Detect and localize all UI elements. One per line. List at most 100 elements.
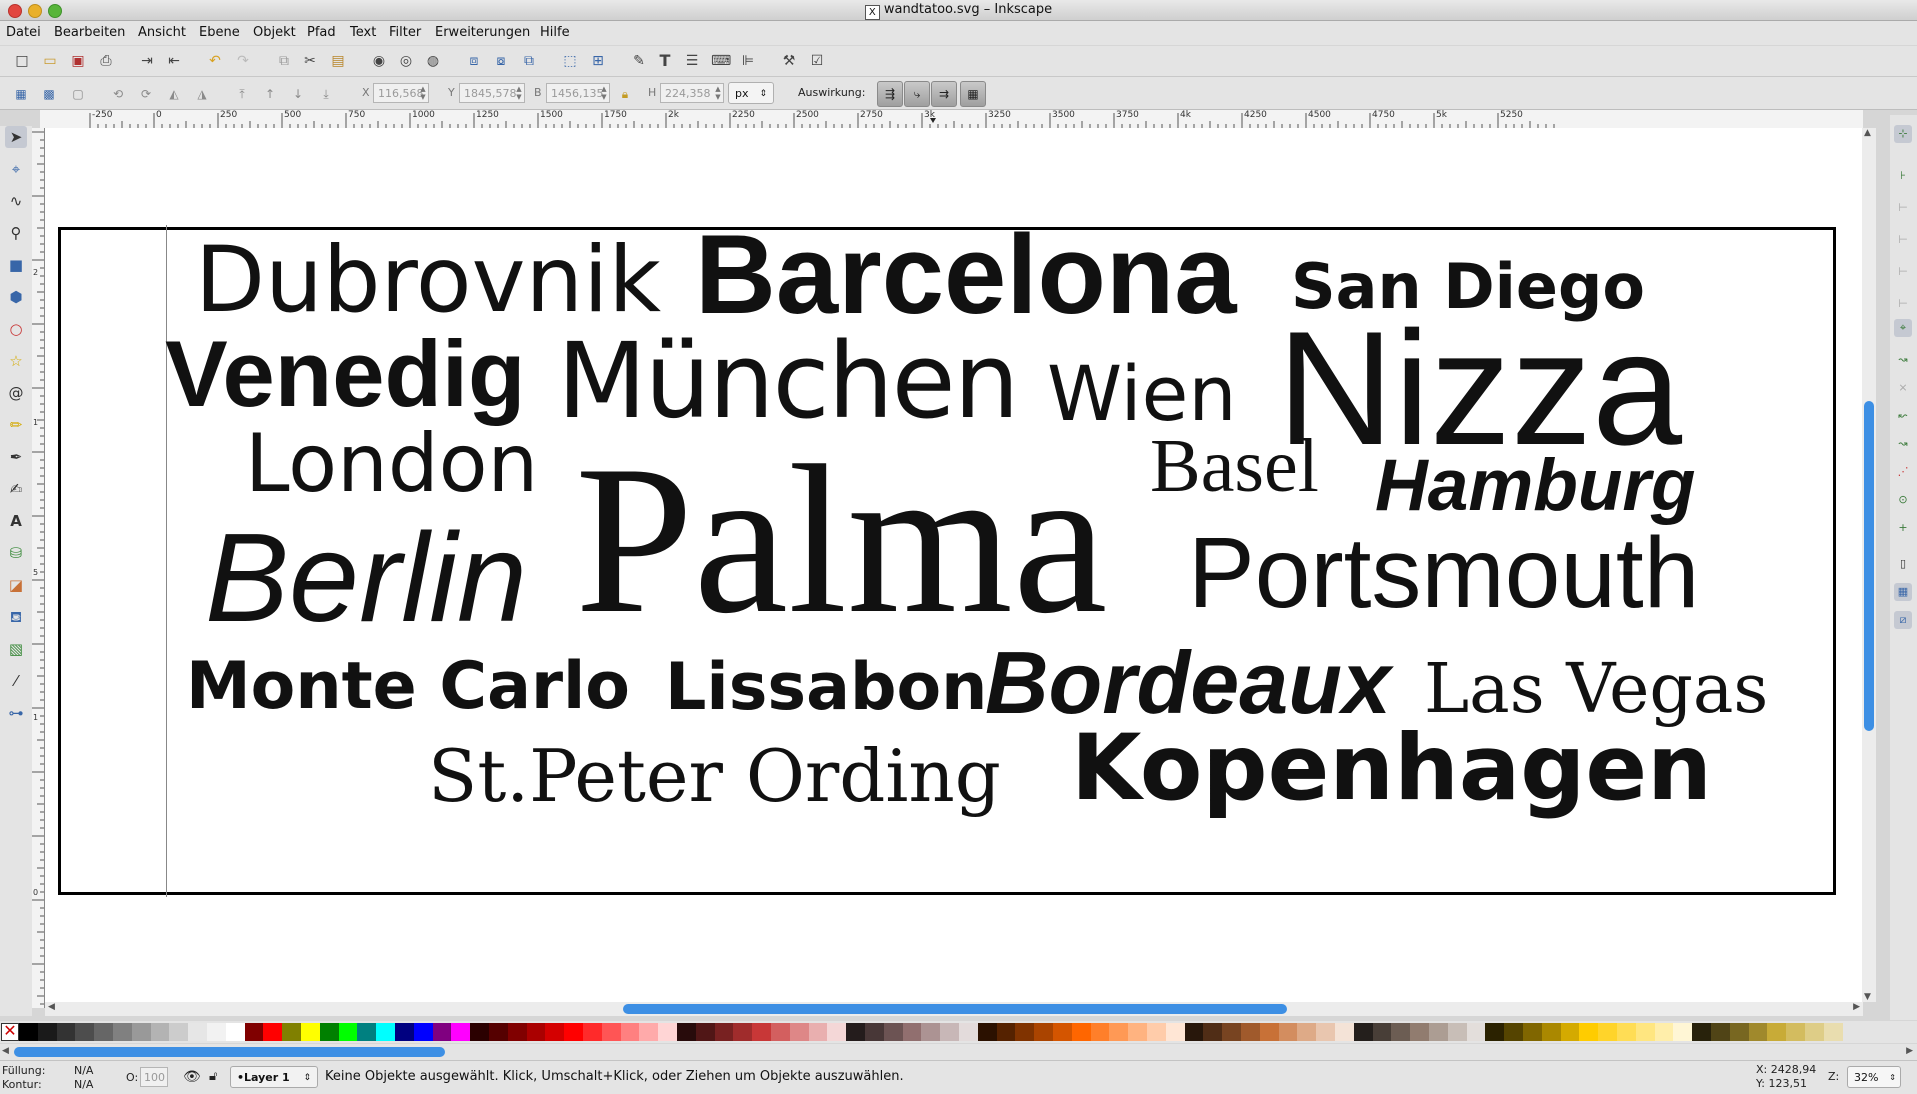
palette-swatch[interactable] (94, 1023, 114, 1041)
word-barcelona[interactable]: Barcelona (695, 219, 1237, 331)
text-tool-icon[interactable]: A (5, 510, 27, 532)
palette-swatch[interactable] (1372, 1023, 1392, 1041)
dropper-tool-icon[interactable]: ⁄ (5, 670, 27, 692)
affect-gradients-button[interactable]: ⇉ (931, 81, 957, 107)
word-basel[interactable]: Basel (1150, 428, 1319, 504)
palette-swatch[interactable] (357, 1023, 377, 1041)
palette-swatch[interactable] (1165, 1023, 1185, 1041)
drawing-canvas[interactable]: Dubrovnik Barcelona San Diego Venedig Mü… (45, 128, 1863, 1002)
palette-swatch[interactable] (1053, 1023, 1072, 1041)
palette-swatch[interactable] (771, 1023, 790, 1041)
3d-box-tool-icon[interactable]: ⬢ (5, 286, 27, 308)
palette-swatch[interactable] (1353, 1023, 1373, 1041)
palette-swatch[interactable] (244, 1023, 264, 1041)
palette-swatch[interactable] (1034, 1023, 1054, 1041)
toggle-layer-visibility-icon[interactable]: 👁︎ (183, 1069, 201, 1085)
snap-guides-icon[interactable]: ⧄ (1894, 611, 1912, 629)
palette-swatch[interactable] (489, 1023, 508, 1041)
select-all-layers-icon[interactable]: ▩ (41, 86, 57, 102)
horizontal-scrollbar[interactable]: ◀ ▶ (45, 1002, 1863, 1016)
no-paint-swatch[interactable]: ✕ (1, 1023, 19, 1041)
word-hamburg[interactable]: Hamburg (1375, 449, 1695, 522)
palette-swatch[interactable] (1711, 1023, 1730, 1041)
menu-datei[interactable]: Datei (6, 25, 41, 40)
horizontal-scroll-thumb[interactable] (623, 1004, 1287, 1014)
palette-swatch[interactable] (282, 1023, 302, 1041)
pen-tool-icon[interactable]: ✒ (5, 446, 27, 468)
layer-select[interactable]: •Layer 1 ⇕ (230, 1066, 318, 1088)
palette-swatch[interactable] (207, 1023, 226, 1041)
preferences-icon[interactable]: ⚒ (780, 52, 798, 70)
palette-swatch[interactable] (1109, 1023, 1129, 1041)
zoom-field[interactable]: 32% ⇕ (1847, 1066, 1901, 1088)
select-all-icon[interactable]: ▦ (13, 86, 29, 102)
palette-swatch[interactable] (1786, 1023, 1806, 1041)
connector-tool-icon[interactable]: ⊶ (5, 702, 27, 724)
gradient-tool-icon[interactable]: ▧ (5, 638, 27, 660)
palette-swatch[interactable] (752, 1023, 772, 1041)
menu-erweiterungen[interactable]: Erweiterungen (435, 25, 530, 40)
palette-swatch[interactable] (1560, 1023, 1580, 1041)
palette-swatch[interactable] (977, 1023, 997, 1041)
stroke-value[interactable]: N/A (74, 1078, 93, 1091)
palette-swatch[interactable] (1147, 1023, 1166, 1041)
palette-swatch[interactable] (413, 1023, 433, 1041)
snap-page-border-icon[interactable]: ▯ (1894, 555, 1912, 573)
spray-tool-icon[interactable]: ⛁ (5, 542, 27, 564)
palette-swatch[interactable] (1278, 1023, 1298, 1041)
opacity-field[interactable]: 100 (140, 1067, 168, 1087)
menu-ebene[interactable]: Ebene (199, 25, 240, 40)
palette-swatch[interactable] (188, 1023, 208, 1041)
palette-swatch[interactable] (1241, 1023, 1260, 1041)
palette-swatch[interactable] (338, 1023, 358, 1041)
palette-swatch[interactable] (564, 1023, 584, 1041)
affect-patterns-button[interactable]: ▦ (960, 81, 986, 107)
star-tool-icon[interactable]: ☆ (5, 350, 27, 372)
snap-nodes-icon[interactable]: ⌖ (1894, 319, 1912, 337)
palette-swatch[interactable] (658, 1023, 678, 1041)
snap-cusp-nodes-icon[interactable]: ↜ (1894, 407, 1912, 425)
flip-horizontal-icon[interactable]: ◭ (166, 86, 182, 102)
palette-swatch[interactable] (827, 1023, 847, 1041)
menu-bearbeiten[interactable]: Bearbeiten (54, 25, 125, 40)
palette-swatch[interactable] (695, 1023, 715, 1041)
redo-icon[interactable]: ↷ (234, 52, 252, 70)
palette-swatch[interactable] (1541, 1023, 1561, 1041)
palette-swatch[interactable] (1410, 1023, 1430, 1041)
scroll-down-icon[interactable]: ▼ (1864, 992, 1871, 1002)
palette-swatch[interactable] (1748, 1023, 1768, 1041)
palette-swatch[interactable] (808, 1023, 828, 1041)
lower-to-bottom-icon[interactable]: ⤓ (318, 86, 334, 102)
palette-swatch[interactable] (1184, 1023, 1204, 1041)
palette-swatch[interactable] (301, 1023, 320, 1041)
deselect-icon[interactable]: ▢ (70, 86, 86, 102)
save-icon[interactable]: ▣ (69, 52, 87, 70)
palette-swatch[interactable] (620, 1023, 640, 1041)
rectangle-tool-icon[interactable]: ■ (5, 254, 27, 276)
word-venedig[interactable]: Venedig (165, 327, 525, 421)
zoom-selection-icon[interactable]: ◉ (370, 52, 388, 70)
palette-swatch[interactable] (1485, 1023, 1505, 1041)
rotate-ccw-icon[interactable]: ⟲ (110, 86, 126, 102)
palette-swatch[interactable] (1617, 1023, 1636, 1041)
palette-swatch[interactable] (1692, 1023, 1712, 1041)
palette-swatch[interactable] (19, 1023, 38, 1041)
palette-swatch[interactable] (940, 1023, 960, 1041)
palette-swatch[interactable] (1523, 1023, 1542, 1041)
palette-swatch[interactable] (677, 1023, 696, 1041)
palette-scroll-left-icon[interactable]: ◀ (2, 1046, 9, 1056)
palette-swatch[interactable] (1316, 1023, 1336, 1041)
group-icon[interactable]: ⧈ (465, 52, 483, 70)
word-portsmouth[interactable]: Portsmouth (1188, 523, 1699, 623)
palette-swatch[interactable] (865, 1023, 884, 1041)
palette-swatch[interactable] (1259, 1023, 1279, 1041)
snap-bbox-edge-icon[interactable]: ⊢ (1894, 199, 1912, 217)
selector-tool-icon[interactable]: ➤ (5, 126, 27, 148)
palette-swatch[interactable] (1071, 1023, 1091, 1041)
palette-scroll-right-icon[interactable]: ▶ (1906, 1046, 1913, 1056)
palette-swatch[interactable] (395, 1023, 414, 1041)
ellipse-tool-icon[interactable]: ○ (5, 318, 27, 340)
palette-swatch[interactable] (1673, 1023, 1693, 1041)
palette-swatch[interactable] (902, 1023, 922, 1041)
width-field[interactable]: 1456,135 ▲ ▼ (546, 83, 610, 103)
